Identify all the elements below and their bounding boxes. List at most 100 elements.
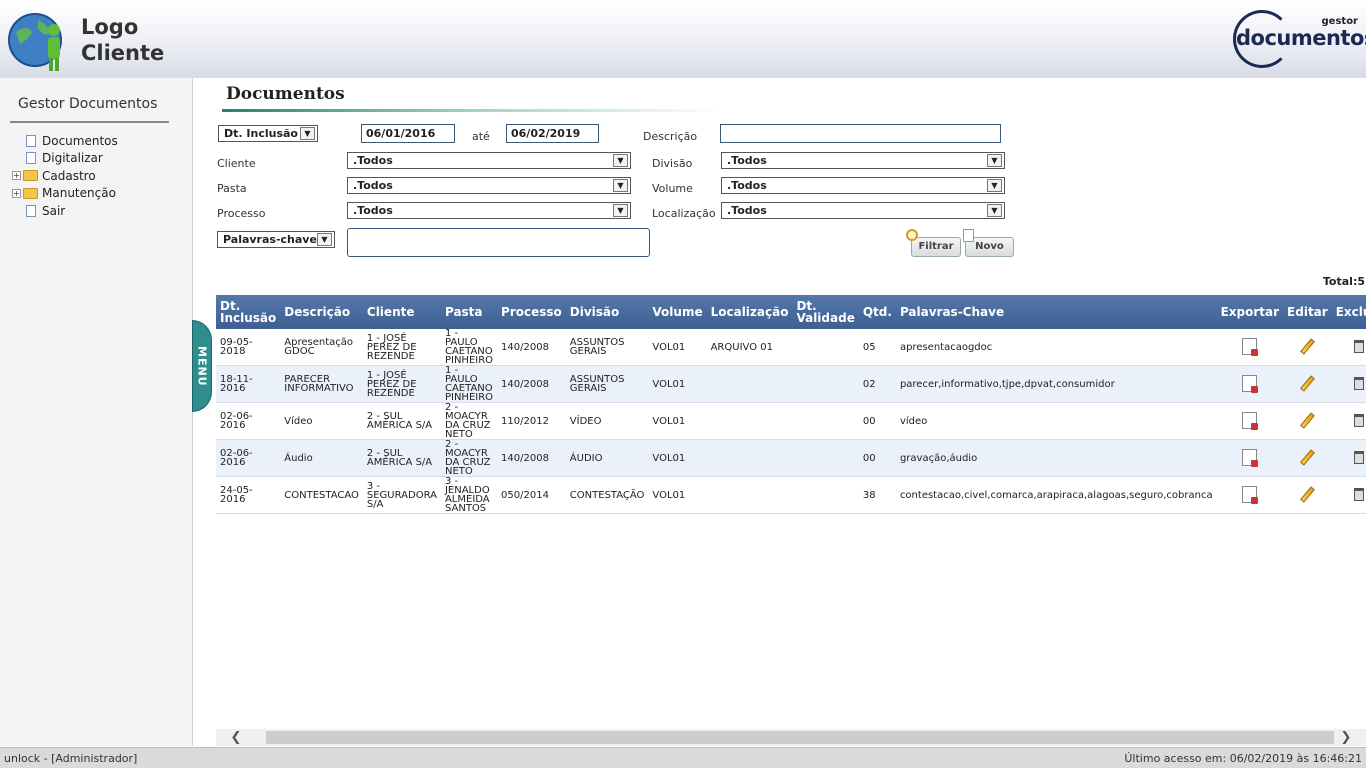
table-row[interactable]: 02-06-2016 Vídeo 2 - SUL AMÉRICA S/A 2 - MO…	[216, 402, 1366, 440]
export-icon[interactable]	[1242, 374, 1259, 393]
descricao-label: Descrição	[643, 130, 698, 143]
cell-validade	[792, 439, 859, 477]
date-from-input[interactable]: 06/01/2016	[361, 124, 455, 143]
magnifier-icon	[906, 229, 918, 241]
column-header[interactable]: Localização	[706, 295, 793, 329]
cell-palavras: parecer,informativo,tjpe,dpvat,consumido…	[895, 365, 1217, 403]
column-header: Excluir	[1331, 295, 1366, 329]
sidebar-item-cadastro[interactable]: + Cadastro	[12, 167, 118, 185]
pasta-label: Pasta	[217, 182, 247, 195]
cell-trash	[1331, 365, 1366, 403]
horizontal-scrollbar[interactable]: ❮ ❯	[216, 729, 1366, 746]
cell-pasta: 3 - JENALDO ALMEIDA SANTOS	[440, 476, 498, 514]
export-icon[interactable]	[1242, 448, 1259, 467]
edit-icon[interactable]	[1299, 337, 1315, 355]
date-field-select[interactable]: Dt. Inclusão ▼	[218, 125, 318, 142]
cell-divisao: ASSUNTOS GERAIS	[565, 329, 649, 366]
cell-descricao: PARECER INFORMATIVO	[280, 365, 363, 403]
export-icon[interactable]	[1242, 411, 1259, 430]
edit-icon[interactable]	[1299, 485, 1315, 503]
keyword-input[interactable]	[347, 228, 650, 257]
brand-big-text: documentos	[1236, 26, 1366, 50]
export-icon[interactable]	[1242, 485, 1259, 504]
cell-palavras: apresentacaogdoc	[895, 329, 1217, 366]
table-row[interactable]: 09-05-2018 Apresentação GDOC 1 - JOSÉ PERE…	[216, 329, 1366, 366]
scroll-right-icon[interactable]: ❯	[1336, 729, 1356, 746]
trash-icon[interactable]	[1353, 339, 1364, 353]
scrollbar-thumb[interactable]	[266, 731, 1334, 744]
cell-qtd: 05	[858, 329, 896, 366]
column-header[interactable]: Processo	[497, 295, 566, 329]
cell-localizacao	[706, 476, 793, 514]
processo-select[interactable]: .Todos ▼	[347, 202, 631, 219]
cell-validade	[792, 365, 859, 403]
menu-toggle-tab[interactable]: MENU	[192, 320, 212, 412]
sidebar-item-manutencao[interactable]: + Manutenção	[12, 185, 118, 203]
table-row[interactable]: 02-06-2016 Áudio 2 - SUL AMÉRICA S/A 2 - MO…	[216, 439, 1366, 477]
cell-validade	[792, 402, 859, 440]
cell-descricao: Áudio	[280, 439, 363, 477]
localizacao-select[interactable]: .Todos ▼	[721, 202, 1005, 219]
menu-tab-label: MENU	[195, 345, 209, 387]
cell-export	[1216, 402, 1284, 440]
cell-processo: 140/2008	[497, 365, 566, 403]
column-header[interactable]: Palavras-Chave	[895, 295, 1217, 329]
column-header[interactable]: Dt. Validade	[792, 295, 859, 329]
brand-logo: gestor documentos	[1230, 8, 1366, 70]
edit-icon[interactable]	[1299, 411, 1315, 429]
column-header[interactable]: Dt. Inclusão	[216, 295, 281, 329]
descricao-input[interactable]	[720, 124, 1001, 143]
table-row[interactable]: 24-05-2016 CONTESTACAO 3 - SEGURADORA S/A 3…	[216, 476, 1366, 514]
column-header[interactable]: Volume	[648, 295, 707, 329]
table-header-row: Dt. Inclusão Descrição Cliente Pasta Pro…	[216, 295, 1366, 329]
localizacao-label: Localização	[652, 207, 716, 220]
cliente-select-value: .Todos	[353, 154, 393, 167]
trash-icon[interactable]	[1353, 376, 1364, 390]
expand-icon[interactable]: +	[12, 171, 21, 181]
column-header[interactable]: Descrição	[280, 295, 363, 329]
trash-icon[interactable]	[1353, 413, 1364, 427]
cliente-select[interactable]: .Todos ▼	[347, 152, 631, 169]
filtrar-button[interactable]: Filtrar	[911, 237, 961, 257]
sidebar-item-digitalizar[interactable]: Digitalizar	[12, 150, 118, 168]
novo-button-label: Novo	[975, 241, 1004, 252]
keyword-field-select[interactable]: Palavras-chave ▼	[217, 231, 335, 248]
cell-qtd: 02	[858, 365, 896, 403]
sidebar-tree: Documentos Digitalizar + Cadastro + Manute…	[12, 132, 118, 220]
cell-export	[1216, 365, 1284, 403]
sidebar-item-label: Cadastro	[42, 168, 96, 183]
cell-edit	[1283, 329, 1332, 366]
cell-export	[1216, 439, 1284, 477]
column-header[interactable]: Qtd.	[858, 295, 896, 329]
sidebar-item-documentos[interactable]: Documentos	[12, 132, 118, 150]
column-header[interactable]: Cliente	[362, 295, 441, 329]
divisao-select[interactable]: .Todos ▼	[721, 152, 1005, 169]
column-header[interactable]: Divisão	[565, 295, 649, 329]
cell-localizacao	[706, 365, 793, 403]
document-icon	[26, 152, 36, 165]
logo-line-1: Logo	[81, 15, 139, 39]
volume-label: Volume	[652, 182, 693, 195]
cell-validade	[792, 476, 859, 514]
sidebar-item-sair[interactable]: Sair	[12, 202, 118, 220]
volume-select[interactable]: .Todos ▼	[721, 177, 1005, 194]
column-header[interactable]: Pasta	[440, 295, 498, 329]
date-to-input[interactable]: 06/02/2019	[506, 124, 599, 143]
edit-icon[interactable]	[1299, 448, 1315, 466]
date-to-label: até	[472, 130, 490, 143]
cell-descricao: Vídeo	[280, 402, 363, 440]
keyword-field-value: Palavras-chave	[223, 233, 317, 246]
scroll-left-icon[interactable]: ❮	[226, 729, 246, 746]
cell-dt: 18-11-2016	[216, 365, 281, 403]
edit-icon[interactable]	[1299, 374, 1315, 392]
table-row[interactable]: 18-11-2016 PARECER INFORMATIVO 1 - JOSÉ PE…	[216, 365, 1366, 403]
trash-icon[interactable]	[1353, 450, 1364, 464]
cell-volume: VOL01	[648, 476, 707, 514]
localizacao-select-value: .Todos	[727, 204, 767, 217]
trash-icon[interactable]	[1353, 487, 1364, 501]
expand-icon[interactable]: +	[12, 188, 21, 198]
pasta-select[interactable]: .Todos ▼	[347, 177, 631, 194]
cell-divisao: ÁUDIO	[565, 439, 649, 477]
chevron-down-icon: ▼	[987, 154, 1002, 167]
export-icon[interactable]	[1242, 337, 1259, 356]
